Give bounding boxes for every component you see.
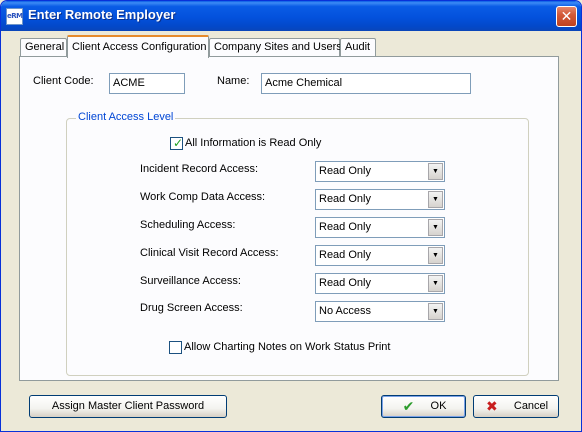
surveillance-access-select[interactable]: Read Only ▼ — [315, 273, 445, 294]
tab-panel: Client Code: ACME Name: Acme Chemical Cl… — [19, 56, 559, 381]
select-value: Read Only — [319, 221, 371, 233]
app-icon: eRM — [6, 8, 23, 25]
tab-audit[interactable]: Audit — [340, 38, 376, 57]
scheduling-access-label: Scheduling Access: — [140, 219, 236, 231]
name-label: Name: — [217, 75, 250, 87]
tab-client-access-configuration[interactable]: Client Access Configuration — [67, 35, 209, 58]
chevron-down-icon[interactable]: ▼ — [428, 303, 443, 320]
chevron-down-icon[interactable]: ▼ — [428, 191, 443, 208]
drug-screen-access-select[interactable]: No Access ▼ — [315, 301, 445, 322]
name-input[interactable]: Acme Chemical — [261, 73, 471, 94]
select-value: Read Only — [319, 193, 371, 205]
assign-master-client-password-button[interactable]: Assign Master Client Password — [29, 395, 227, 418]
client-code-input[interactable]: ACME — [109, 73, 185, 94]
dialog-window: eRM Enter Remote Employer ✕ General Clie… — [0, 0, 582, 432]
select-value: No Access — [319, 305, 371, 317]
select-value: Read Only — [319, 277, 371, 289]
incident-record-access-select[interactable]: Read Only ▼ — [315, 161, 445, 182]
chevron-down-icon[interactable]: ▼ — [428, 247, 443, 264]
title-bar[interactable]: eRM Enter Remote Employer ✕ — [1, 1, 581, 31]
chevron-down-icon[interactable]: ▼ — [428, 219, 443, 236]
cancel-label: Cancel — [513, 400, 549, 412]
drug-screen-access-label: Drug Screen Access: — [140, 302, 243, 314]
select-value: Read Only — [319, 165, 371, 177]
surveillance-access-label: Surveillance Access: — [140, 275, 241, 287]
chevron-down-icon[interactable]: ▼ — [428, 163, 443, 180]
client-access-level-group — [66, 118, 529, 376]
work-comp-data-access-select[interactable]: Read Only ▼ — [315, 189, 445, 210]
work-comp-data-access-label: Work Comp Data Access: — [140, 191, 266, 203]
checkmark-icon: ✓ — [173, 136, 184, 150]
ok-label: OK — [430, 400, 447, 412]
client-area: General Client Access Configuration Comp… — [4, 31, 578, 429]
client-access-level-caption: Client Access Level — [76, 111, 176, 123]
close-button[interactable]: ✕ — [556, 6, 577, 27]
chevron-down-icon[interactable]: ▼ — [428, 275, 443, 292]
checkmark-icon: ✔ — [402, 398, 415, 415]
ok-button[interactable]: ✔ OK — [381, 395, 466, 418]
select-value: Read Only — [319, 249, 371, 261]
client-code-label: Client Code: — [33, 75, 94, 87]
clinical-visit-record-access-label: Clinical Visit Record Access: — [140, 247, 279, 259]
incident-record-access-label: Incident Record Access: — [140, 163, 259, 175]
clinical-visit-record-access-select[interactable]: Read Only ▼ — [315, 245, 445, 266]
charting-notes-checkbox[interactable] — [169, 341, 182, 354]
read-only-label[interactable]: All Information is Read Only — [185, 137, 321, 149]
tab-general[interactable]: General — [20, 38, 67, 57]
cancel-button[interactable]: ✖ Cancel — [473, 395, 559, 418]
charting-notes-label[interactable]: Allow Charting Notes on Work Status Prin… — [184, 341, 390, 353]
x-icon: ✖ — [486, 398, 498, 415]
scheduling-access-select[interactable]: Read Only ▼ — [315, 217, 445, 238]
window-title: Enter Remote Employer — [28, 7, 176, 22]
read-only-checkbox[interactable]: ✓ — [170, 136, 184, 150]
tab-company-sites-and-users[interactable]: Company Sites and Users — [209, 38, 342, 57]
